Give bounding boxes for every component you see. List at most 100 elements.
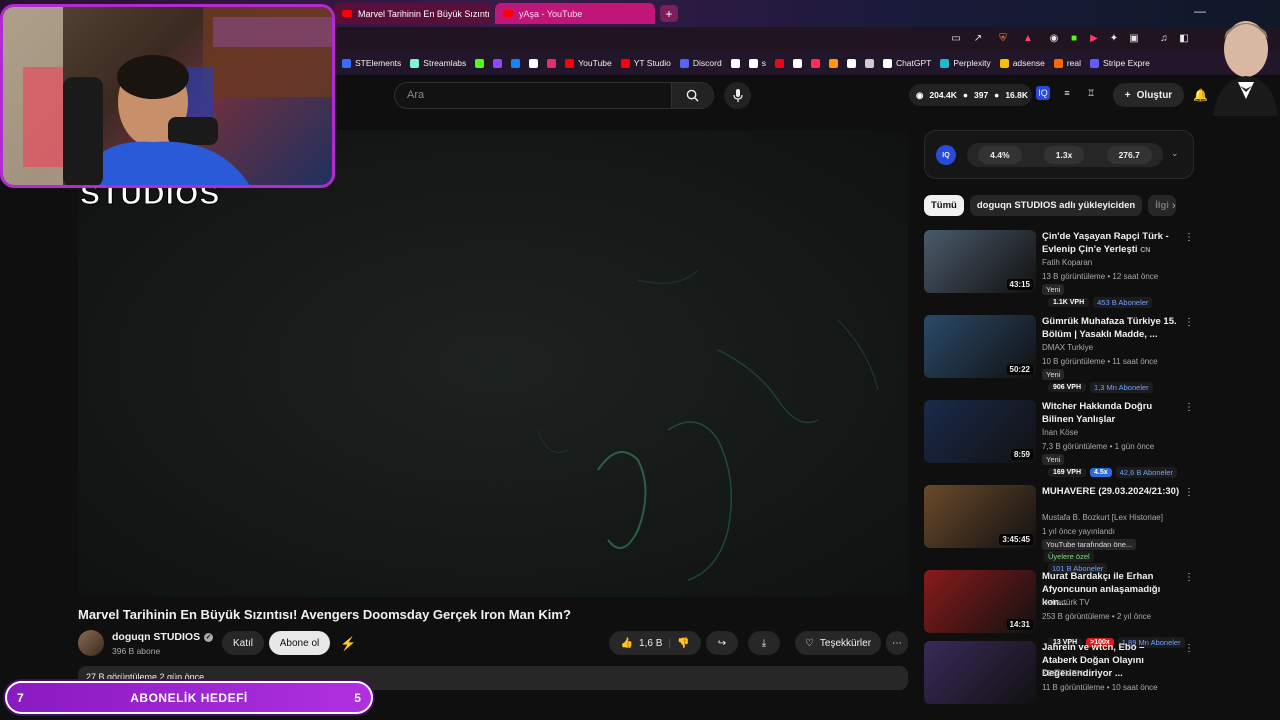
more-actions-button[interactable]: ⋯ bbox=[886, 631, 908, 655]
bookmark-item[interactable]: real bbox=[1053, 58, 1081, 68]
thumbs-down-icon[interactable]: 👎 bbox=[677, 638, 689, 649]
recommendation-channel[interactable]: DMAX Turkiye bbox=[1042, 343, 1093, 352]
bookmark-item[interactable]: STElements bbox=[342, 58, 401, 68]
more-vertical-icon[interactable]: ⋮ bbox=[1184, 317, 1194, 328]
share-button[interactable]: ↪ bbox=[706, 631, 738, 655]
search-box[interactable]: Ara bbox=[394, 82, 714, 109]
chip-all[interactable]: Tümü bbox=[924, 195, 964, 216]
more-vertical-icon[interactable]: ⋮ bbox=[1184, 402, 1194, 413]
bookmark-item[interactable] bbox=[828, 58, 838, 68]
recommendation-card[interactable]: 14:31 Murat Bardakçı ile Erhan Afyoncunun… bbox=[924, 570, 1194, 648]
video-player[interactable]: STUDIOS bbox=[78, 130, 908, 597]
chevron-down-icon[interactable]: ⌄ bbox=[1171, 148, 1179, 159]
bookmark-favicon-icon bbox=[792, 58, 802, 68]
channel-name[interactable]: doguqn STUDIOS ✓ bbox=[112, 631, 214, 643]
sidebar-toggle-icon[interactable]: ◧ bbox=[1178, 33, 1190, 45]
cast-icon[interactable]: ▭ bbox=[950, 33, 962, 45]
video-thumbnail[interactable]: 50:22 bbox=[924, 315, 1036, 378]
bookmark-item[interactable]: Streamlabs bbox=[410, 58, 466, 68]
bookmark-item[interactable] bbox=[511, 58, 521, 68]
notifications-bell-icon[interactable]: 🔔 bbox=[1193, 88, 1208, 102]
bookmark-item[interactable] bbox=[529, 58, 539, 68]
bookmark-item[interactable] bbox=[846, 58, 856, 68]
bookmark-favicon-icon bbox=[846, 58, 856, 68]
bookmark-item[interactable] bbox=[730, 58, 740, 68]
bookmark-item[interactable] bbox=[864, 58, 874, 68]
join-button[interactable]: Katıl bbox=[222, 631, 264, 655]
bookmark-item[interactable] bbox=[774, 58, 784, 68]
bookmark-item[interactable]: YouTube bbox=[565, 58, 612, 68]
more-vertical-icon[interactable]: ⋮ bbox=[1184, 232, 1194, 243]
recommendation-channel[interactable]: Fatih Koparan bbox=[1042, 258, 1092, 267]
new-tab-button[interactable]: + bbox=[660, 5, 678, 22]
bookmark-item[interactable] bbox=[810, 58, 820, 68]
extension-gamepad-icon[interactable]: ◉ bbox=[1048, 33, 1060, 45]
create-button[interactable]: + Oluştur bbox=[1113, 83, 1184, 107]
recommendation-card[interactable]: 8:59 Witcher Hakkında Doğru Bilinen Yanlı… bbox=[924, 400, 1194, 478]
voice-search-button[interactable] bbox=[724, 82, 751, 109]
chip-from-uploader[interactable]: doguqn STUDIOS adlı yükleyiciden bbox=[969, 195, 1143, 216]
channel-stats-widget[interactable]: ◉ 204.4K ● 397 ● 16.8K bbox=[909, 84, 1032, 106]
tab-yasa-youtube[interactable]: yAşa - YouTube bbox=[495, 3, 655, 24]
vph-badge: 169 VPH bbox=[1048, 468, 1087, 477]
bookmark-item[interactable]: ChatGPT bbox=[882, 58, 931, 68]
thanks-button[interactable]: ♡ Teşekkürler bbox=[795, 631, 881, 655]
recommendation-channel[interactable]: Mustafa B. Bozkurt [Lex Historiae] bbox=[1042, 513, 1163, 522]
bookmark-item[interactable]: adsense bbox=[999, 58, 1045, 68]
more-vertical-icon[interactable]: ⋮ bbox=[1184, 643, 1194, 654]
iq-extension-icon[interactable]: IQ bbox=[1036, 86, 1050, 100]
more-vertical-icon[interactable]: ⋮ bbox=[1184, 487, 1194, 498]
page-scrollbar[interactable] bbox=[1272, 117, 1280, 687]
recommendation-title[interactable]: Gümrük Muhafaza Türkiye 15. Bölüm | Yasa… bbox=[1042, 315, 1182, 341]
extensions-puzzle-icon[interactable]: ✦ bbox=[1108, 33, 1120, 45]
more-vertical-icon[interactable]: ⋮ bbox=[1184, 572, 1194, 583]
minimize-window-button[interactable]: — bbox=[1190, 4, 1210, 20]
video-thumbnail[interactable]: 3:45:45 bbox=[924, 485, 1036, 548]
video-thumbnail[interactable]: 8:59 bbox=[924, 400, 1036, 463]
video-thumbnail[interactable] bbox=[924, 641, 1036, 704]
like-dislike-group[interactable]: 👍 1,6 B | 👎 bbox=[609, 631, 701, 655]
tab-marvel-video[interactable]: Marvel Tarihinin En Büyük Sızıntı × bbox=[334, 3, 492, 24]
bookmark-item[interactable]: Discord bbox=[679, 58, 722, 68]
subscribe-button[interactable]: Abone ol bbox=[269, 631, 330, 655]
bars-icon[interactable]: ≡ bbox=[1060, 86, 1074, 100]
channel-avatar[interactable] bbox=[78, 630, 104, 656]
thumbs-up-icon[interactable]: 👍 bbox=[621, 638, 633, 649]
lightning-icon[interactable]: ⚡ bbox=[340, 636, 356, 652]
search-input[interactable]: Ara bbox=[407, 89, 424, 101]
bookmark-item[interactable]: YT Studio bbox=[620, 58, 671, 68]
recommendation-card[interactable]: 3:45:45 MUHAVERE (29.03.2024/21:30) ⋮ Musta… bbox=[924, 485, 1194, 574]
recommendation-card[interactable]: 43:15 Çin'de Yaşayan Rapçi Türk - Evlenip… bbox=[924, 230, 1194, 308]
bookmark-item[interactable]: Stripe Expre bbox=[1090, 58, 1150, 68]
tab-label: Marvel Tarihinin En Büyük Sızıntı bbox=[358, 8, 490, 19]
recommendation-channel[interactable]: İnan Köse bbox=[1042, 428, 1078, 437]
recommendation-channel[interactable]: KESİTMEN bbox=[1042, 669, 1083, 678]
iq-metric: 4.4% bbox=[978, 146, 1022, 164]
media-controls-icon[interactable]: ♫ bbox=[1158, 33, 1170, 45]
recommendation-card[interactable]: Jahrein ve wtcn, Ebo – Ataberk Doğan Ola… bbox=[924, 641, 1194, 719]
channel-subscriber-count: 396 B abone bbox=[112, 646, 161, 656]
share-page-icon[interactable]: ↗ bbox=[972, 33, 984, 45]
video-thumbnail[interactable]: 43:15 bbox=[924, 230, 1036, 293]
bookmark-item[interactable] bbox=[792, 58, 802, 68]
chevron-right-icon[interactable]: › bbox=[1172, 200, 1176, 212]
download-button[interactable]: ⤓ bbox=[748, 631, 780, 655]
brave-rewards-icon[interactable]: ▲ bbox=[1022, 33, 1034, 45]
trophy-icon[interactable]: ♖ bbox=[1084, 86, 1098, 100]
recommendation-title[interactable]: MUHAVERE (29.03.2024/21:30) bbox=[1042, 485, 1182, 498]
extension-window-icon[interactable]: ▣ bbox=[1128, 33, 1140, 45]
bookmark-item[interactable]: s bbox=[748, 58, 766, 68]
bookmark-item[interactable]: Perplexity bbox=[940, 58, 991, 68]
recommendation-card[interactable]: 50:22 Gümrük Muhafaza Türkiye 15. Bölüm |… bbox=[924, 315, 1194, 393]
bookmark-item[interactable] bbox=[475, 58, 485, 68]
bookmark-item[interactable] bbox=[493, 58, 503, 68]
extension-green-icon[interactable]: ■ bbox=[1068, 33, 1080, 45]
search-button[interactable] bbox=[671, 83, 713, 108]
recommendation-title[interactable]: Witcher Hakkında Doğru Bilinen Yanlışlar bbox=[1042, 400, 1182, 426]
video-thumbnail[interactable]: 14:31 bbox=[924, 570, 1036, 633]
recommendation-title[interactable]: Çin'de Yaşayan Rapçi Türk - Evlenip Çin'… bbox=[1042, 230, 1182, 257]
extension-play-icon[interactable]: ▶ bbox=[1088, 33, 1100, 45]
brave-shield-icon[interactable]: ⛨ bbox=[997, 33, 1009, 45]
recommendation-channel[interactable]: Habertürk TV bbox=[1042, 598, 1089, 607]
bookmark-item[interactable] bbox=[547, 58, 557, 68]
